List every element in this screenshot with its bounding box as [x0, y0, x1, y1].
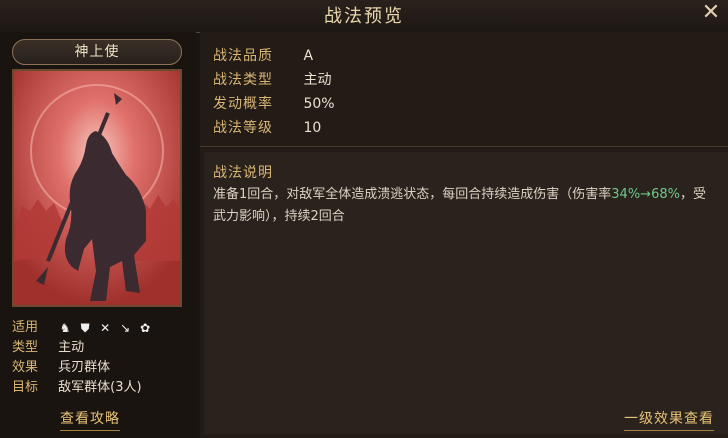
- tactic-card-panel: 神上使 适用 ♞ ⛊ ✕ ↘ ✿ 类型 主动 效果 兵刃群体 目标 敌军群体(3…: [0, 32, 196, 438]
- target-label: 目标: [12, 380, 39, 395]
- tactic-name-tag: 神上使: [12, 39, 182, 65]
- warrior-on-horse-illustration: [14, 71, 180, 305]
- divider: [200, 146, 728, 147]
- tactic-name: 神上使: [74, 44, 120, 60]
- bow-icon: ✕: [100, 320, 111, 335]
- description-text: 准备1回合，对敌军全体造成溃逃状态，每回合持续造成伤害（伤害率34%→68%，受…: [213, 184, 718, 228]
- tactic-type-label: 战法类型: [213, 72, 273, 88]
- spear-icon: ↘: [120, 320, 131, 335]
- quality-label: 战法品质: [213, 48, 273, 64]
- tactic-properties: 适用 ♞ ⛊ ✕ ↘ ✿ 类型 主动 效果 兵刃群体 目标 敌军群体(3人): [12, 318, 192, 398]
- chance-row: 发动概率 50%: [213, 92, 335, 116]
- close-icon[interactable]: ✕: [700, 2, 722, 24]
- shield-icon: ⛊: [80, 320, 90, 335]
- view-strategy-link[interactable]: 查看攻略: [60, 408, 120, 431]
- type-row: 类型 主动: [12, 338, 192, 358]
- quality-value: A: [303, 48, 314, 64]
- view-level-effect-link[interactable]: 一级效果查看: [624, 408, 714, 431]
- tactic-type-row: 战法类型 主动: [213, 68, 335, 92]
- level-row: 战法等级 10: [213, 116, 335, 140]
- description-part1: 准备1回合，对敌军全体造成溃逃状态，每回合持续造成伤害（伤害率: [213, 187, 612, 202]
- description-box: 战法说明 准备1回合，对敌军全体造成溃逃状态，每回合持续造成伤害（伤害率34%→…: [204, 152, 728, 434]
- target-value: 敌军群体(3人): [58, 380, 142, 395]
- effect-value: 兵刃群体: [58, 360, 111, 375]
- usage-row: 适用 ♞ ⛊ ✕ ↘ ✿: [12, 318, 192, 338]
- cavalry-icon: ♞: [59, 320, 71, 335]
- effect-label: 效果: [12, 360, 39, 375]
- usage-icons: ♞ ⛊ ✕ ↘ ✿: [58, 321, 152, 335]
- level-label: 战法等级: [213, 120, 273, 136]
- level-value: 10: [303, 120, 322, 136]
- tactic-stats: 战法品质 A 战法类型 主动 发动概率 50% 战法等级 10: [213, 44, 335, 140]
- chance-label: 发动概率: [213, 96, 273, 112]
- quality-row: 战法品质 A: [213, 44, 335, 68]
- effect-row: 效果 兵刃群体: [12, 358, 192, 378]
- damage-rate-highlight: 34%→68%: [611, 187, 680, 202]
- tactic-detail-panel: 战法品质 A 战法类型 主动 发动概率 50% 战法等级 10 战法说明 准备1…: [200, 32, 728, 438]
- tactic-artwork: [12, 69, 182, 307]
- type-label: 类型: [12, 340, 39, 355]
- description-title: 战法说明: [213, 165, 273, 181]
- wheel-icon: ✿: [140, 320, 151, 335]
- tactic-type-value: 主动: [303, 72, 332, 88]
- title-bar: 战法预览 ✕: [0, 0, 728, 33]
- chance-value: 50%: [303, 96, 335, 112]
- window-title: 战法预览: [324, 6, 404, 27]
- usage-label: 适用: [12, 320, 39, 335]
- type-value: 主动: [58, 340, 85, 355]
- target-row: 目标 敌军群体(3人): [12, 378, 192, 398]
